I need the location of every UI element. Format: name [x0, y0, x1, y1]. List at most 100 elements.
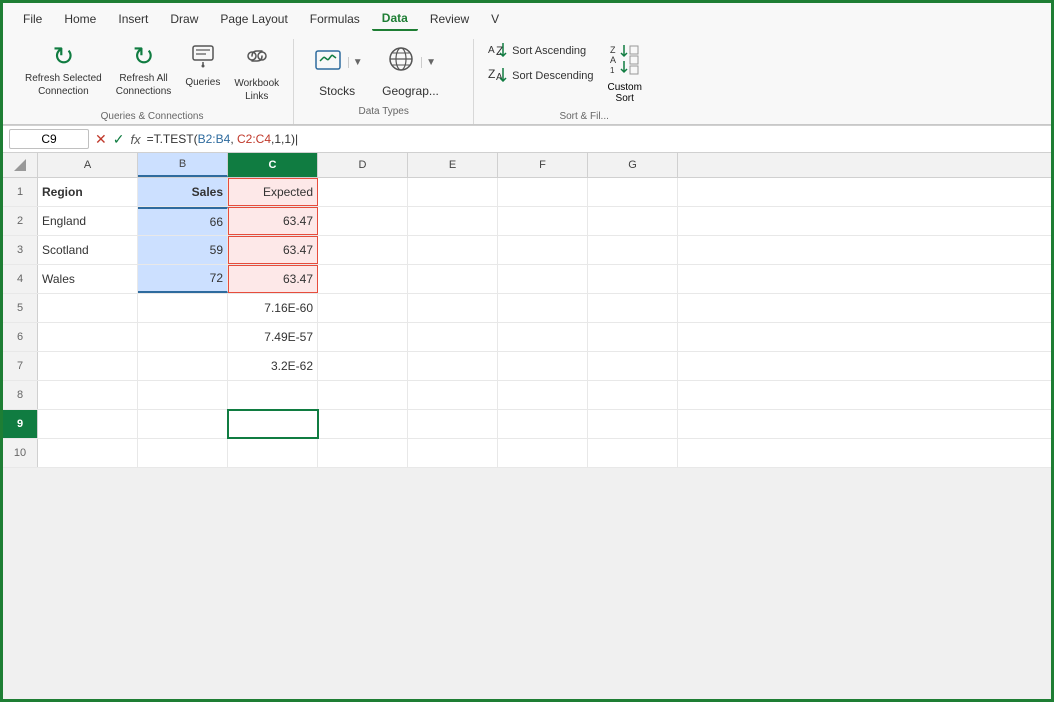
cell-a2[interactable]: England	[38, 207, 138, 235]
cell-d6[interactable]	[318, 323, 408, 351]
menu-formulas[interactable]: Formulas	[300, 8, 370, 30]
cell-e8[interactable]	[408, 381, 498, 409]
cell-a6[interactable]	[38, 323, 138, 351]
cell-d1[interactable]	[318, 178, 408, 206]
cell-c1[interactable]: Expected	[228, 178, 318, 206]
cell-e9[interactable]	[408, 410, 498, 438]
menu-data[interactable]: Data	[372, 7, 418, 31]
cell-b5[interactable]	[138, 294, 228, 322]
cell-b8[interactable]	[138, 381, 228, 409]
cell-e7[interactable]	[408, 352, 498, 380]
geography-dropdown-arrow[interactable]: ▼	[426, 57, 436, 68]
cell-g10[interactable]	[588, 439, 678, 467]
refresh-all-btn[interactable]: ↻ Refresh AllConnections	[110, 39, 178, 116]
cell-d2[interactable]	[318, 207, 408, 235]
cell-g3[interactable]	[588, 236, 678, 264]
cell-d9[interactable]	[318, 410, 408, 438]
stocks-btn[interactable]: ▼ Stocks	[302, 39, 372, 102]
cell-f8[interactable]	[498, 381, 588, 409]
confirm-formula-icon[interactable]: ✓	[113, 131, 125, 148]
menu-home[interactable]: Home	[54, 8, 106, 30]
cell-a7[interactable]	[38, 352, 138, 380]
cell-a3[interactable]: Scotland	[38, 236, 138, 264]
cell-c4[interactable]: 63.47	[228, 265, 318, 293]
col-header-g[interactable]: G	[588, 153, 678, 177]
cell-b9[interactable]	[138, 410, 228, 438]
cell-b1[interactable]: Sales	[138, 178, 228, 206]
cell-e3[interactable]	[408, 236, 498, 264]
cell-c5[interactable]: 7.16E-60	[228, 294, 318, 322]
cell-c3[interactable]: 63.47	[228, 236, 318, 264]
cell-d10[interactable]	[318, 439, 408, 467]
menu-draw[interactable]: Draw	[160, 8, 208, 30]
formula-bar-content[interactable]: =T.TEST(B2:B4, C2:C4,1,1)|	[147, 132, 1045, 146]
cell-f10[interactable]	[498, 439, 588, 467]
cell-b6[interactable]	[138, 323, 228, 351]
cancel-formula-icon[interactable]: ✕	[95, 131, 107, 148]
custom-sort-btn[interactable]: Z A 1 Custom Sort	[600, 39, 650, 108]
menu-page-layout[interactable]: Page Layout	[210, 8, 297, 30]
workbook-links-btn[interactable]: WorkbookLinks	[228, 39, 285, 121]
cell-f1[interactable]	[498, 178, 588, 206]
cell-f4[interactable]	[498, 265, 588, 293]
menu-insert[interactable]: Insert	[108, 8, 158, 30]
cell-d5[interactable]	[318, 294, 408, 322]
cell-b4[interactable]: 72	[138, 265, 228, 293]
cell-c2[interactable]: 63.47	[228, 207, 318, 235]
cell-reference-input[interactable]	[9, 129, 89, 149]
cell-f6[interactable]	[498, 323, 588, 351]
col-header-e[interactable]: E	[408, 153, 498, 177]
queries-btn[interactable]: Queries	[179, 39, 226, 107]
cell-g1[interactable]	[588, 178, 678, 206]
cell-a8[interactable]	[38, 381, 138, 409]
sort-descending-btn[interactable]: Z A Sort Descending	[482, 64, 599, 87]
cell-g9[interactable]	[588, 410, 678, 438]
cell-g5[interactable]	[588, 294, 678, 322]
cell-f9[interactable]	[498, 410, 588, 438]
menu-file[interactable]: File	[13, 8, 52, 30]
cell-a4[interactable]: Wales	[38, 265, 138, 293]
cell-f5[interactable]	[498, 294, 588, 322]
cell-f7[interactable]	[498, 352, 588, 380]
cell-b10[interactable]	[138, 439, 228, 467]
cell-a9[interactable]	[38, 410, 138, 438]
geography-btn[interactable]: ▼ Geograp...	[374, 39, 447, 102]
col-header-c[interactable]: C	[228, 153, 318, 177]
cell-a5[interactable]	[38, 294, 138, 322]
col-header-a[interactable]: A	[38, 153, 138, 177]
cell-c9[interactable]	[228, 410, 318, 438]
cell-e6[interactable]	[408, 323, 498, 351]
cell-c7[interactable]: 3.2E-62	[228, 352, 318, 380]
cell-g8[interactable]	[588, 381, 678, 409]
cell-g6[interactable]	[588, 323, 678, 351]
cell-c10[interactable]	[228, 439, 318, 467]
cell-g4[interactable]	[588, 265, 678, 293]
col-header-d[interactable]: D	[318, 153, 408, 177]
cell-e1[interactable]	[408, 178, 498, 206]
cell-b3[interactable]: 59	[138, 236, 228, 264]
cell-g2[interactable]	[588, 207, 678, 235]
cell-g7[interactable]	[588, 352, 678, 380]
cell-d3[interactable]	[318, 236, 408, 264]
cell-c6[interactable]: 7.49E-57	[228, 323, 318, 351]
cell-f2[interactable]	[498, 207, 588, 235]
cell-c8[interactable]	[228, 381, 318, 409]
cell-e2[interactable]	[408, 207, 498, 235]
col-header-b[interactable]: B	[138, 153, 228, 177]
cell-d8[interactable]	[318, 381, 408, 409]
cell-b7[interactable]	[138, 352, 228, 380]
cell-a1[interactable]: Region	[38, 178, 138, 206]
sort-ascending-btn[interactable]: A Z Sort Ascending	[482, 39, 599, 62]
cell-d7[interactable]	[318, 352, 408, 380]
menu-review[interactable]: Review	[420, 8, 479, 30]
refresh-selected-btn[interactable]: ↻ Refresh SelectedConnection	[19, 39, 108, 116]
cell-d4[interactable]	[318, 265, 408, 293]
cell-b2[interactable]: 66	[138, 207, 228, 235]
cell-e5[interactable]	[408, 294, 498, 322]
cell-e10[interactable]	[408, 439, 498, 467]
cell-f3[interactable]	[498, 236, 588, 264]
cell-a10[interactable]	[38, 439, 138, 467]
menu-more[interactable]: V	[481, 8, 509, 30]
col-header-f[interactable]: F	[498, 153, 588, 177]
stocks-dropdown-arrow[interactable]: ▼	[353, 57, 363, 68]
